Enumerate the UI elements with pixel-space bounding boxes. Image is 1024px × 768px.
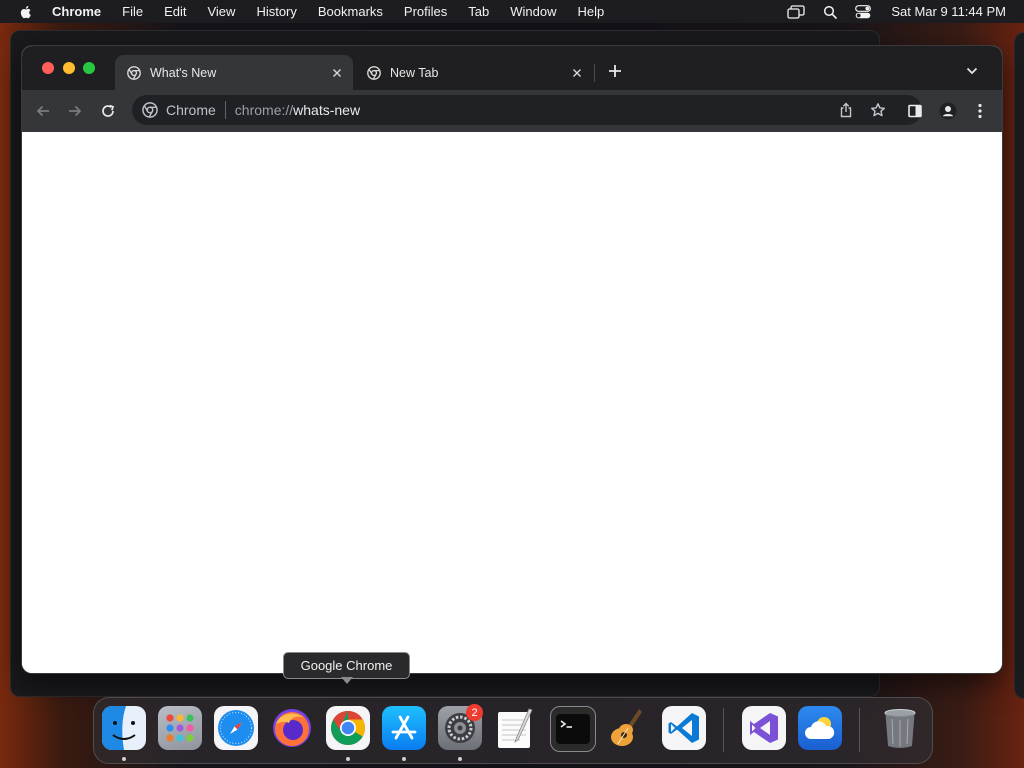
running-indicator — [122, 757, 126, 761]
page-content[interactable] — [22, 132, 1002, 673]
dock-separator — [723, 708, 724, 752]
window-maximize-button[interactable] — [83, 62, 95, 74]
menu-app-name[interactable]: Chrome — [52, 4, 101, 19]
menu-bar: Chrome File Edit View History Bookmarks … — [0, 0, 1024, 23]
menu-bookmarks[interactable]: Bookmarks — [318, 4, 383, 19]
window-minimize-button[interactable] — [63, 62, 75, 74]
url-host: whats-new — [293, 102, 361, 118]
menu-help[interactable]: Help — [578, 4, 605, 19]
more-menu-icon[interactable] — [968, 99, 992, 123]
running-indicator — [402, 757, 406, 761]
menu-history[interactable]: History — [256, 4, 296, 19]
new-tab-plus-icon[interactable] — [603, 59, 627, 83]
tab-search-chevron-icon[interactable] — [960, 59, 984, 83]
tab-new-tab[interactable]: New Tab — [355, 55, 593, 90]
apple-menu-icon[interactable] — [18, 4, 34, 20]
dock-separator — [859, 708, 860, 752]
weather-icon[interactable] — [798, 706, 842, 750]
background-window-right — [1014, 32, 1024, 699]
dock-tooltip: Google Chrome — [283, 652, 410, 679]
chrome-page-icon — [142, 102, 158, 118]
textedit-icon[interactable] — [494, 706, 538, 750]
tab-title: What's New — [150, 65, 217, 80]
running-indicator — [346, 757, 350, 761]
terminal-icon[interactable] — [550, 706, 596, 752]
address-bar[interactable]: Chrome chrome:// whats-new — [132, 95, 922, 125]
screen-mirroring-icon[interactable] — [787, 4, 805, 19]
tab-separator — [594, 64, 595, 82]
side-panel-icon[interactable] — [903, 99, 927, 123]
visual-studio-icon[interactable] — [742, 706, 786, 750]
safari-icon[interactable] — [214, 706, 258, 750]
tab-title: New Tab — [390, 65, 439, 80]
chrome-window: What's New New Tab Chrome chrome:// what… — [22, 46, 1002, 673]
window-close-button[interactable] — [42, 62, 54, 74]
tooltip-arrow — [341, 677, 353, 684]
trash-icon[interactable] — [878, 706, 922, 750]
url-scheme: chrome:// — [234, 102, 294, 118]
tab-strip: What's New New Tab — [22, 46, 1002, 90]
bookmark-star-icon[interactable] — [866, 98, 890, 122]
chrome-favicon-icon — [127, 65, 141, 80]
dock: 2 — [93, 697, 933, 764]
reload-icon[interactable] — [96, 99, 120, 123]
browser-toolbar: Chrome chrome:// whats-new — [22, 90, 1002, 132]
back-arrow-icon[interactable] — [31, 99, 55, 123]
launchpad-icon[interactable] — [158, 706, 202, 750]
tab-whats-new[interactable]: What's New — [115, 55, 353, 90]
share-icon[interactable] — [834, 98, 858, 122]
menu-profiles[interactable]: Profiles — [404, 4, 447, 19]
menu-file[interactable]: File — [122, 4, 143, 19]
chrome-favicon-icon — [367, 65, 381, 80]
tab-close-icon[interactable] — [569, 65, 585, 81]
tab-close-icon[interactable] — [329, 65, 345, 81]
profile-avatar-icon[interactable] — [936, 99, 960, 123]
notification-badge: 2 — [466, 704, 483, 721]
firefox-icon[interactable] — [270, 706, 314, 750]
menu-view[interactable]: View — [207, 4, 235, 19]
menu-tab[interactable]: Tab — [468, 4, 489, 19]
spotlight-search-icon[interactable] — [823, 5, 838, 19]
garageband-icon[interactable] — [606, 706, 650, 750]
menu-bar-clock[interactable]: Sat Mar 9 11:44 PM — [891, 4, 1006, 19]
page-info-chip[interactable]: Chrome — [166, 102, 216, 118]
visual-studio-code-icon[interactable] — [662, 706, 706, 750]
menu-window[interactable]: Window — [510, 4, 556, 19]
google-chrome-icon[interactable] — [326, 706, 370, 750]
omnibox-divider — [224, 101, 226, 119]
app-store-icon[interactable] — [382, 706, 426, 750]
control-center-icon[interactable] — [855, 4, 872, 19]
running-indicator — [458, 757, 462, 761]
finder-icon[interactable] — [102, 706, 146, 750]
menu-edit[interactable]: Edit — [164, 4, 186, 19]
forward-arrow-icon[interactable] — [63, 99, 87, 123]
